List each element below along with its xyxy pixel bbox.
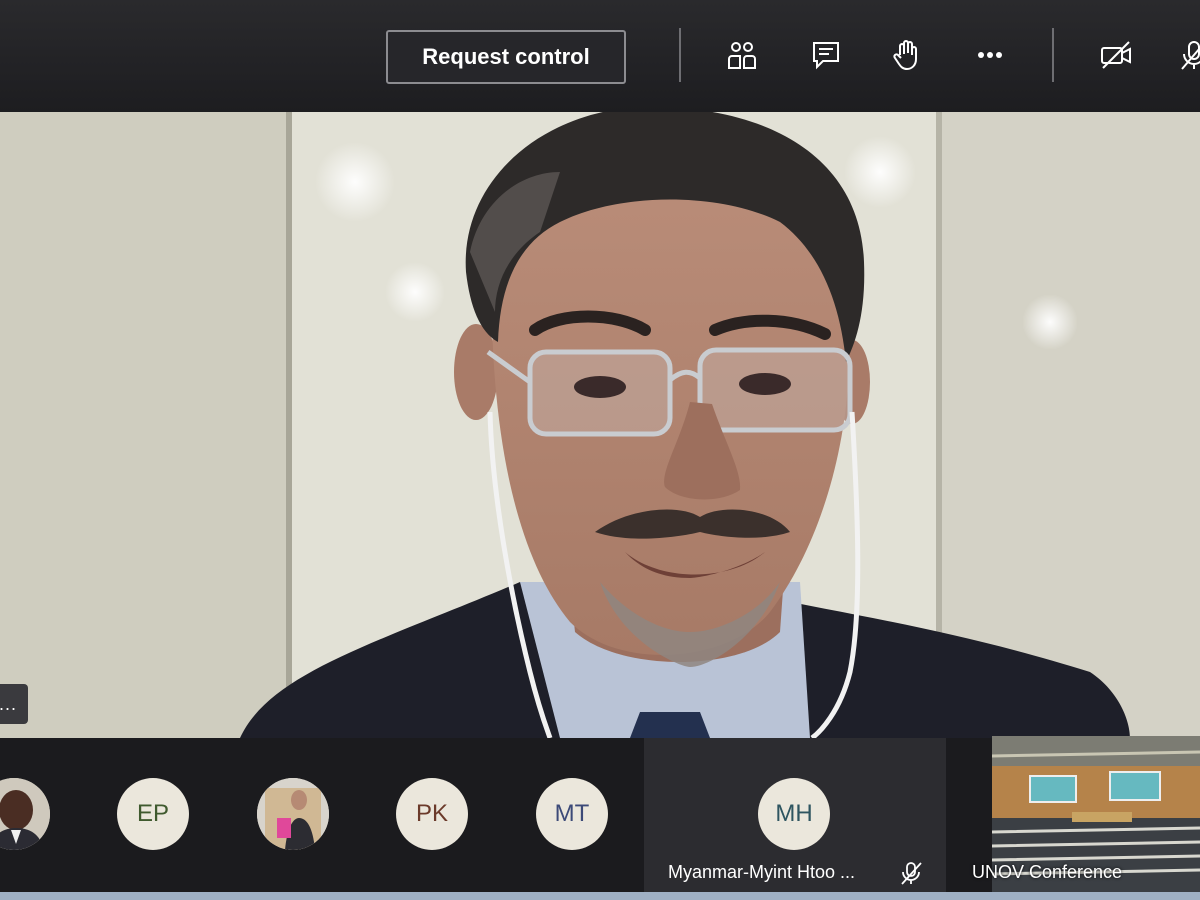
window-bottom-edge — [0, 892, 1200, 900]
avatar-initials: EP — [136, 800, 169, 827]
participants-icon[interactable] — [720, 33, 764, 77]
raise-hand-icon[interactable] — [884, 33, 928, 77]
participant-avatar-ep[interactable]: EP — [117, 778, 189, 850]
more-participants-button[interactable]: ... — [0, 684, 28, 724]
avatar-initials: PK — [415, 800, 448, 827]
participant-name-label: Myanmar-Myint Htoo ... — [668, 862, 856, 882]
request-control-button[interactable]: Request control — [386, 30, 626, 84]
toolbar-divider — [679, 28, 681, 82]
camera-off-icon[interactable] — [1094, 33, 1138, 77]
avatar-initials: MT — [554, 800, 590, 827]
avatar-photo-image — [257, 778, 329, 850]
main-video-feed — [0, 112, 1200, 738]
participant-avatar-pk[interactable]: PK — [396, 778, 468, 850]
meeting-toolbar: Request control — [0, 0, 1200, 113]
participant-avatar-mh[interactable]: MH — [758, 778, 830, 850]
speaker-video — [0, 112, 1200, 738]
more-options-icon[interactable] — [968, 33, 1012, 77]
mic-muted-icon — [901, 862, 922, 885]
toolbar-divider — [1052, 28, 1054, 82]
room-name-label: UNOV Conference — [972, 862, 1123, 882]
chat-icon[interactable] — [804, 33, 848, 77]
participant-avatar-mt[interactable]: MT — [536, 778, 608, 850]
participant-avatar-photo[interactable] — [257, 778, 329, 850]
mic-off-icon[interactable] — [1172, 33, 1200, 77]
avatar-initials: MH — [775, 800, 813, 827]
